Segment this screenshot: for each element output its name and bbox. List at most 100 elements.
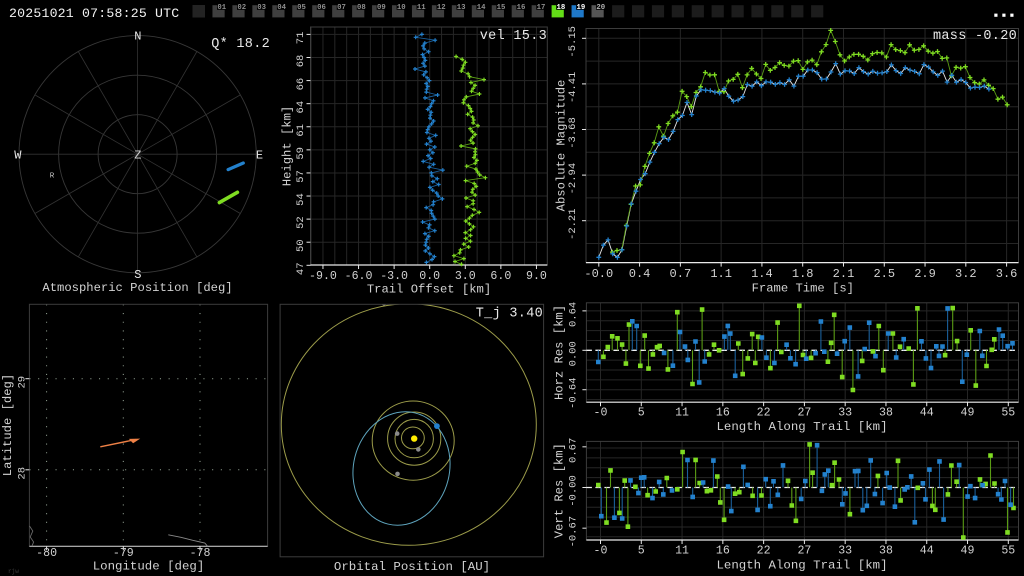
- svg-text:0.67: 0.67: [567, 438, 579, 463]
- svg-text:55: 55: [1001, 407, 1015, 420]
- svg-text:N: N: [134, 30, 141, 44]
- svg-text:17: 17: [537, 4, 546, 12]
- svg-text:3.0: 3.0: [455, 270, 476, 283]
- svg-text:57: 57: [295, 170, 307, 183]
- svg-text:S: S: [134, 268, 141, 282]
- svg-text:66: 66: [295, 78, 307, 91]
- svg-text:2.5: 2.5: [873, 267, 895, 281]
- svg-text:14: 14: [477, 4, 486, 12]
- svg-text:16: 16: [716, 545, 730, 558]
- svg-text:-0: -0: [594, 545, 608, 558]
- svg-text:-78: -78: [190, 547, 211, 560]
- svg-text:0.00: 0.00: [567, 341, 579, 366]
- svg-text:Horz Res [km]: Horz Res [km]: [553, 305, 567, 400]
- svg-text:44: 44: [920, 545, 934, 558]
- svg-text:07: 07: [337, 4, 346, 12]
- svg-text:08: 08: [357, 4, 366, 12]
- svg-text:47: 47: [295, 262, 307, 275]
- svg-text:71: 71: [295, 32, 307, 45]
- svg-text:vel 15.3: vel 15.3: [480, 29, 547, 44]
- svg-text:Q* 18.2: Q* 18.2: [211, 37, 270, 52]
- svg-text:18: 18: [557, 4, 566, 12]
- svg-text:54: 54: [295, 193, 307, 206]
- svg-text:02: 02: [237, 4, 246, 12]
- svg-text:49: 49: [961, 407, 975, 420]
- svg-text:-4.41: -4.41: [567, 72, 579, 104]
- svg-text:R: R: [50, 173, 55, 181]
- svg-text:-2.21: -2.21: [567, 208, 579, 240]
- svg-text:06: 06: [317, 4, 326, 12]
- svg-text:09: 09: [377, 4, 386, 12]
- svg-text:64: 64: [295, 101, 307, 114]
- svg-text:rjw: rjw: [8, 568, 19, 575]
- svg-text:0.0: 0.0: [419, 270, 440, 283]
- svg-text:33: 33: [838, 407, 852, 420]
- svg-text:52: 52: [295, 216, 307, 229]
- svg-text:22: 22: [757, 407, 771, 420]
- svg-text:29: 29: [16, 376, 28, 389]
- svg-text:Z: Z: [134, 149, 141, 163]
- svg-text:2.9: 2.9: [914, 267, 936, 281]
- svg-text:mass -0.20: mass -0.20: [933, 29, 1017, 44]
- svg-text:13: 13: [457, 4, 466, 12]
- svg-text:27: 27: [797, 407, 811, 420]
- svg-text:Length Along Trail [km]: Length Along Trail [km]: [716, 559, 887, 573]
- svg-text:0.7: 0.7: [670, 267, 692, 281]
- svg-text:Atmospheric Position [deg]: Atmospheric Position [deg]: [42, 281, 232, 295]
- svg-text:68: 68: [295, 55, 307, 68]
- svg-text:05: 05: [297, 4, 306, 12]
- svg-text:59: 59: [295, 147, 307, 160]
- svg-text:-0.00: -0.00: [567, 475, 579, 507]
- svg-text:04: 04: [277, 4, 286, 12]
- svg-text:0.4: 0.4: [629, 267, 651, 281]
- svg-text:20251021 07:58:25 UTC: 20251021 07:58:25 UTC: [9, 6, 179, 21]
- svg-text:01: 01: [217, 4, 226, 12]
- svg-text:55: 55: [1001, 545, 1015, 558]
- svg-text:1.1: 1.1: [710, 267, 732, 281]
- svg-text:1.4: 1.4: [751, 267, 773, 281]
- svg-text:Orbital Position [AU]: Orbital Position [AU]: [334, 560, 490, 574]
- svg-text:10: 10: [397, 4, 406, 12]
- svg-text:-5.15: -5.15: [567, 26, 579, 58]
- svg-text:-6.0: -6.0: [345, 270, 373, 283]
- svg-text:-0.67: -0.67: [567, 516, 579, 548]
- svg-text:20: 20: [596, 4, 605, 12]
- svg-text:Frame Time [s]: Frame Time [s]: [752, 282, 854, 296]
- svg-text:-0.0: -0.0: [584, 267, 613, 281]
- svg-text:5: 5: [638, 545, 645, 558]
- svg-text:0.64: 0.64: [567, 302, 579, 327]
- svg-text:Trail Offset [km]: Trail Offset [km]: [367, 283, 491, 297]
- svg-text:Latitude [deg]: Latitude [deg]: [1, 374, 15, 476]
- svg-text:2.1: 2.1: [833, 267, 855, 281]
- svg-text:-0: -0: [594, 407, 608, 420]
- svg-text:-9.0: -9.0: [309, 270, 337, 283]
- svg-text:1.8: 1.8: [792, 267, 814, 281]
- svg-text:16: 16: [517, 4, 526, 12]
- svg-text:-79: -79: [113, 547, 134, 560]
- svg-text:61: 61: [295, 124, 307, 137]
- svg-text:-2.94: -2.94: [567, 163, 579, 195]
- svg-text:50: 50: [295, 239, 307, 252]
- svg-text:6.0: 6.0: [490, 270, 511, 283]
- svg-text:11: 11: [675, 407, 689, 420]
- svg-text:11: 11: [417, 4, 426, 12]
- svg-text:E: E: [256, 148, 263, 162]
- svg-text:38: 38: [879, 407, 893, 420]
- svg-text:W: W: [14, 148, 22, 162]
- svg-text:9.0: 9.0: [526, 270, 547, 283]
- svg-text:-0.64: -0.64: [567, 377, 579, 409]
- svg-text:T_j 3.40: T_j 3.40: [476, 307, 543, 322]
- svg-text:3.2: 3.2: [955, 267, 977, 281]
- svg-text:Longitude [deg]: Longitude [deg]: [93, 560, 205, 574]
- svg-text:-80: -80: [36, 547, 57, 560]
- svg-text:03: 03: [257, 4, 266, 12]
- svg-text:Length Along Trail [km]: Length Along Trail [km]: [716, 420, 887, 434]
- svg-text:Vert Res [km]: Vert Res [km]: [553, 443, 567, 538]
- svg-text:5: 5: [638, 407, 645, 420]
- svg-text:28: 28: [16, 467, 28, 480]
- svg-text:33: 33: [838, 545, 852, 558]
- svg-text:27: 27: [797, 545, 811, 558]
- svg-text:Height [km]: Height [km]: [281, 106, 295, 186]
- svg-text:-3.0: -3.0: [380, 270, 408, 283]
- svg-text:16: 16: [716, 407, 730, 420]
